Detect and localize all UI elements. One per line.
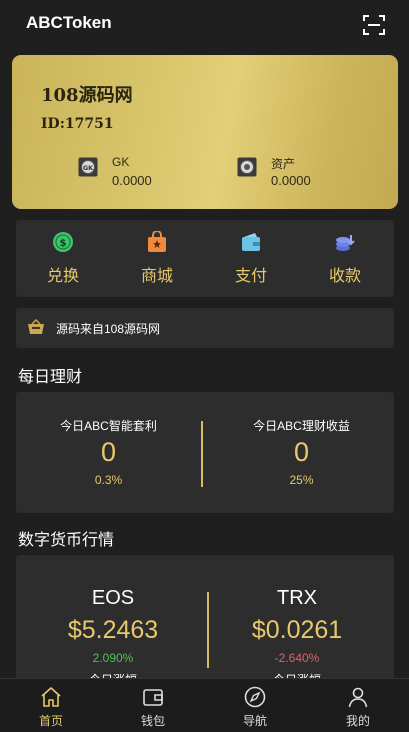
home-icon bbox=[41, 687, 61, 707]
finance-item-name: 今日ABC理财收益 bbox=[253, 419, 350, 433]
tab-label: 导航 bbox=[242, 714, 267, 728]
divider bbox=[201, 421, 203, 487]
coin-price: $5.2463 bbox=[67, 616, 159, 644]
gk-coin-icon: GK bbox=[78, 157, 98, 177]
tab-label: 首页 bbox=[38, 714, 63, 728]
tab-label: 我的 bbox=[345, 714, 370, 728]
finance-item-rate: 25% bbox=[289, 473, 314, 487]
svg-text:GK: GK bbox=[83, 164, 94, 172]
account-card: 108源码网 ID:17751 GK GK 0.0000 资产 0.0000 bbox=[12, 55, 398, 209]
scan-icon[interactable] bbox=[363, 14, 385, 36]
finance-item-value: 0 bbox=[100, 437, 117, 467]
asset-label: 资产 bbox=[271, 157, 296, 171]
user-icon bbox=[348, 687, 368, 708]
exchange-label: 兑换 bbox=[46, 268, 79, 285]
pay-label: 支付 bbox=[234, 268, 267, 285]
finance-item-name: 今日ABC智能套利 bbox=[60, 419, 157, 433]
asset-total[interactable]: 资产 0.0000 bbox=[237, 155, 367, 189]
compass-icon bbox=[244, 686, 266, 708]
quick-actions: $ 兑换 商城 支付 收款 bbox=[16, 220, 394, 297]
shop-label: 商城 bbox=[140, 268, 173, 285]
coin-change: 2.090% bbox=[92, 651, 134, 665]
finance-section-title: 每日理财 bbox=[18, 369, 83, 386]
receive-coins-icon bbox=[336, 235, 355, 251]
wallet-pay-icon bbox=[242, 233, 260, 251]
finance-panel: 今日ABC智能套利 0 0.3% 今日ABC理财收益 0 25% bbox=[16, 392, 394, 513]
finance-item-value: 0 bbox=[293, 437, 310, 467]
receive-label: 收款 bbox=[328, 268, 361, 285]
tab-home[interactable]: 首页 bbox=[0, 679, 102, 732]
bottom-tab-bar: 首页 钱包 导航 我的 bbox=[0, 678, 409, 732]
svg-text:$: $ bbox=[60, 238, 67, 249]
account-name: 108源码网 bbox=[41, 85, 133, 106]
pay-button[interactable]: 支付 bbox=[204, 220, 298, 297]
finance-item-arbitrage[interactable]: 今日ABC智能套利 0 0.3% bbox=[16, 392, 201, 513]
shop-bag-icon bbox=[148, 231, 166, 252]
exchange-coin-icon: $ bbox=[53, 232, 73, 252]
asset-coin-icon bbox=[237, 157, 257, 177]
shop-button[interactable]: 商城 bbox=[110, 220, 204, 297]
market-section-title: 数字货币行情 bbox=[18, 532, 115, 549]
top-bar: ABCToken bbox=[0, 0, 409, 48]
asset-value: 0.0000 bbox=[271, 173, 311, 188]
tab-wallet[interactable]: 钱包 bbox=[102, 679, 204, 732]
account-id: ID:17751 bbox=[41, 116, 114, 132]
notice-bar[interactable]: 源码来自108源码网 bbox=[16, 308, 394, 348]
notice-cart-icon bbox=[28, 319, 44, 334]
exchange-button[interactable]: $ 兑换 bbox=[16, 220, 110, 297]
finance-item-income[interactable]: 今日ABC理财收益 0 25% bbox=[209, 392, 394, 513]
coin-change: -2.640% bbox=[274, 651, 320, 665]
coin-price: $0.0261 bbox=[251, 616, 343, 644]
tab-navigation[interactable]: 导航 bbox=[204, 679, 306, 732]
tab-profile[interactable]: 我的 bbox=[307, 679, 409, 732]
wallet-icon bbox=[143, 689, 163, 706]
tab-label: 钱包 bbox=[140, 714, 165, 728]
notice-text: 源码来自108源码网 bbox=[56, 322, 161, 336]
finance-item-rate: 0.3% bbox=[94, 473, 123, 487]
receive-button[interactable]: 收款 bbox=[298, 220, 392, 297]
asset-label: GK bbox=[112, 155, 130, 169]
app-title: ABCToken bbox=[26, 13, 112, 32]
coin-symbol: EOS bbox=[91, 587, 135, 609]
asset-gk[interactable]: GK GK 0.0000 bbox=[78, 155, 208, 189]
asset-value: 0.0000 bbox=[112, 173, 152, 188]
coin-symbol: TRX bbox=[277, 587, 317, 609]
